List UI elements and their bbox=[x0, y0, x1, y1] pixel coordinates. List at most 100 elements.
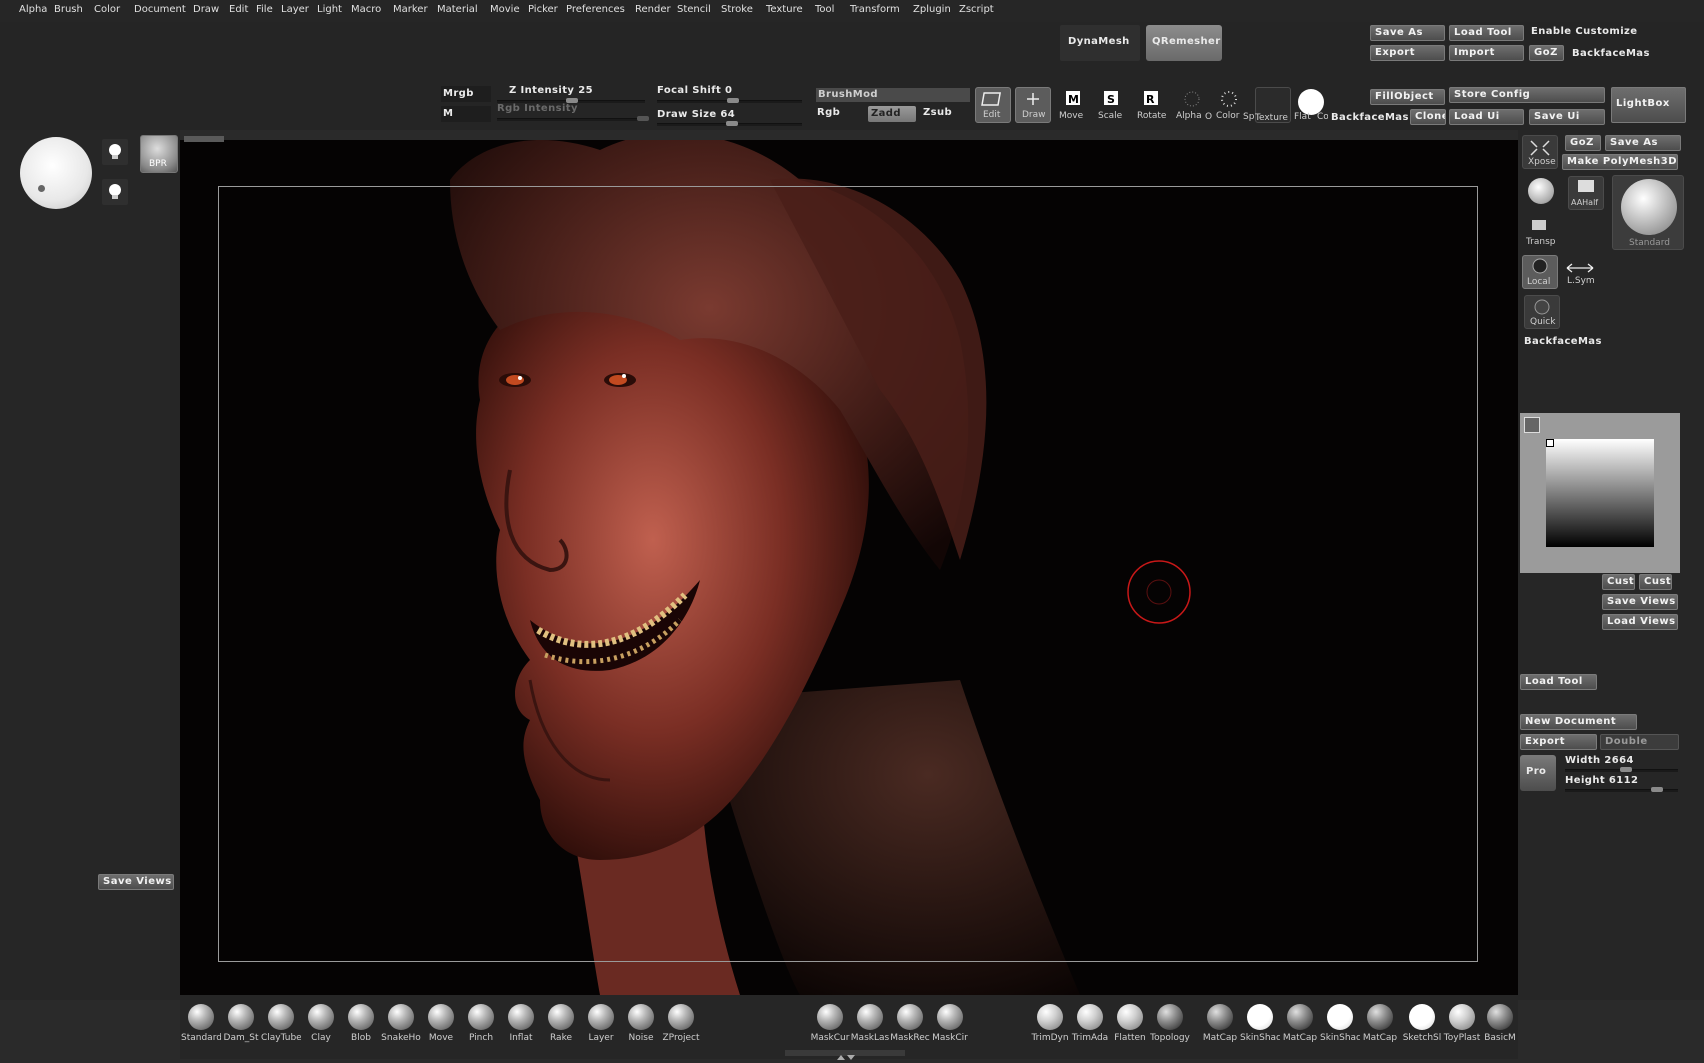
export-right-button[interactable]: Export bbox=[1520, 734, 1597, 750]
menu-transform[interactable]: Transform bbox=[850, 4, 900, 15]
viewport-canvas[interactable] bbox=[180, 140, 1518, 995]
edit-button[interactable]: Edit bbox=[975, 87, 1011, 123]
brush-inflat[interactable]: Inflat bbox=[501, 1004, 541, 1043]
light-bulb-1-button[interactable] bbox=[102, 139, 128, 165]
menu-stroke[interactable]: Stroke bbox=[721, 4, 753, 15]
color-gradient-field[interactable] bbox=[1546, 439, 1654, 547]
material-matcap-1[interactable]: MatCap bbox=[1200, 1004, 1240, 1043]
flatten-brush[interactable]: Flatten bbox=[1110, 1004, 1150, 1043]
menu-layer[interactable]: Layer bbox=[281, 4, 309, 15]
menu-render[interactable]: Render bbox=[635, 4, 671, 15]
brush-blob[interactable]: Blob bbox=[341, 1004, 381, 1043]
dynamesh-button[interactable]: DynaMesh bbox=[1060, 25, 1140, 61]
m-button[interactable]: M bbox=[441, 106, 491, 122]
save-views-left-button[interactable]: Save Views bbox=[98, 874, 174, 890]
menu-zplugin[interactable]: Zplugin bbox=[913, 4, 951, 15]
double-button[interactable]: Double bbox=[1600, 734, 1679, 750]
menu-marker[interactable]: Marker bbox=[393, 4, 428, 15]
make-polymesh3d-button[interactable]: Make PolyMesh3D bbox=[1562, 154, 1678, 170]
material-matcap-2[interactable]: MatCap bbox=[1280, 1004, 1320, 1043]
menu-file[interactable]: File bbox=[256, 4, 273, 15]
load-tool-right-button[interactable]: Load Tool bbox=[1520, 674, 1597, 690]
light-sphere[interactable] bbox=[20, 137, 92, 209]
brush-clay[interactable]: Clay bbox=[301, 1004, 341, 1043]
material-matcap-3[interactable]: MatCap bbox=[1360, 1004, 1400, 1043]
export-button[interactable]: Export bbox=[1370, 45, 1445, 61]
flat-color-button[interactable]: Flat Col bbox=[1294, 87, 1328, 123]
mrgb-button[interactable]: Mrgb bbox=[441, 86, 491, 102]
mask-curve[interactable]: MaskCur bbox=[810, 1004, 850, 1043]
mask-lasso[interactable]: MaskLas bbox=[850, 1004, 890, 1043]
backface-mask-toggle[interactable]: BackfaceMas bbox=[1572, 48, 1650, 59]
trimdynamic-brush[interactable]: TrimDyn bbox=[1030, 1004, 1070, 1043]
color-picker-marker[interactable] bbox=[1546, 439, 1554, 447]
menu-texture[interactable]: Texture bbox=[766, 4, 803, 15]
save-ui-button[interactable]: Save Ui bbox=[1529, 109, 1605, 125]
rgb-toggle[interactable]: Rgb bbox=[817, 107, 840, 118]
brush-dam-standard[interactable]: Dam_St bbox=[221, 1004, 261, 1043]
lsym-button[interactable]: L.Sym bbox=[1563, 258, 1599, 290]
brush-mod-slider[interactable]: BrushMod bbox=[816, 88, 970, 102]
store-config-button[interactable]: Store Config bbox=[1449, 87, 1605, 103]
fill-object-button[interactable]: FillObject bbox=[1370, 89, 1445, 105]
width-knob[interactable] bbox=[1620, 767, 1632, 772]
scale-button[interactable]: S Scale bbox=[1093, 89, 1127, 123]
rgb-intensity-knob[interactable] bbox=[637, 116, 649, 121]
backface-mask-right-toggle[interactable]: BackfaceMas bbox=[1524, 336, 1602, 347]
lightbox-button[interactable]: LightBox bbox=[1611, 87, 1686, 123]
menu-draw[interactable]: Draw bbox=[193, 4, 219, 15]
light-position-marker[interactable] bbox=[38, 185, 45, 192]
texture-button[interactable]: Texture bbox=[1255, 87, 1291, 123]
light-bulb-2-button[interactable] bbox=[102, 179, 128, 205]
draw-button[interactable]: Draw bbox=[1015, 87, 1051, 123]
menu-color[interactable]: Color bbox=[94, 4, 120, 15]
clone-button[interactable]: Clone bbox=[1410, 109, 1446, 125]
menu-document[interactable]: Document bbox=[134, 4, 186, 15]
rotate-button[interactable]: R Rotate bbox=[1133, 89, 1171, 123]
goz-right-button[interactable]: GoZ bbox=[1565, 135, 1601, 151]
canvas-scroll-handle[interactable] bbox=[184, 136, 224, 142]
save-as-button[interactable]: Save As bbox=[1370, 25, 1445, 41]
mask-rect[interactable]: MaskRec bbox=[890, 1004, 930, 1043]
menu-material[interactable]: Material bbox=[437, 4, 478, 15]
enable-customize-button[interactable]: Enable Customize bbox=[1531, 26, 1637, 37]
menu-alpha[interactable]: Alpha bbox=[19, 4, 47, 15]
menu-zscript[interactable]: Zscript bbox=[959, 4, 994, 15]
pro-button[interactable]: Pro bbox=[1520, 755, 1556, 791]
bottom-shelf-handle[interactable] bbox=[785, 1050, 905, 1060]
color-button[interactable]: Color bbox=[1214, 89, 1244, 123]
transp-button[interactable]: Transp bbox=[1522, 216, 1558, 250]
zsub-button[interactable]: Zsub bbox=[923, 107, 952, 118]
quick-button[interactable]: Quick bbox=[1524, 295, 1560, 329]
menu-brush[interactable]: Brush bbox=[54, 4, 83, 15]
standard-brush-slot[interactable]: Standard bbox=[1612, 175, 1684, 250]
draw-size-knob[interactable] bbox=[726, 121, 738, 126]
material-skinshade-2[interactable]: SkinShac bbox=[1320, 1004, 1360, 1043]
load-views-button[interactable]: Load Views bbox=[1602, 614, 1678, 630]
import-button[interactable]: Import bbox=[1449, 45, 1524, 61]
menu-stencil[interactable]: Stencil bbox=[677, 4, 711, 15]
rgb-intensity-slider[interactable] bbox=[497, 118, 645, 121]
brush-claytubes[interactable]: ClayTube bbox=[261, 1004, 301, 1043]
save-as-right-button[interactable]: Save As bbox=[1605, 135, 1681, 151]
mask-circle[interactable]: MaskCir bbox=[930, 1004, 970, 1043]
brush-zproject[interactable]: ZProject bbox=[661, 1004, 701, 1043]
xpose-button[interactable]: Xpose bbox=[1522, 135, 1558, 169]
move-button[interactable]: M Move bbox=[1055, 89, 1089, 123]
alpha-button[interactable]: Alpha bbox=[1176, 89, 1206, 123]
goz-button[interactable]: GoZ bbox=[1529, 45, 1564, 61]
cust1-button[interactable]: Cust1 bbox=[1602, 574, 1635, 590]
menu-light[interactable]: Light bbox=[317, 4, 342, 15]
new-document-button[interactable]: New Document bbox=[1520, 714, 1637, 730]
menu-macro[interactable]: Macro bbox=[351, 4, 381, 15]
material-sketchshaded[interactable]: SketchSl bbox=[1402, 1004, 1442, 1043]
aahalf-button[interactable]: AAHalf bbox=[1568, 176, 1604, 210]
brush-noise[interactable]: Noise bbox=[621, 1004, 661, 1043]
menu-edit[interactable]: Edit bbox=[229, 4, 248, 15]
local-button[interactable]: Local bbox=[1522, 255, 1558, 289]
brush-move[interactable]: Move bbox=[421, 1004, 461, 1043]
trimadaptive-brush[interactable]: TrimAda bbox=[1070, 1004, 1110, 1043]
load-tool-button[interactable]: Load Tool bbox=[1449, 25, 1524, 41]
menu-picker[interactable]: Picker bbox=[528, 4, 558, 15]
brush-rake[interactable]: Rake bbox=[541, 1004, 581, 1043]
